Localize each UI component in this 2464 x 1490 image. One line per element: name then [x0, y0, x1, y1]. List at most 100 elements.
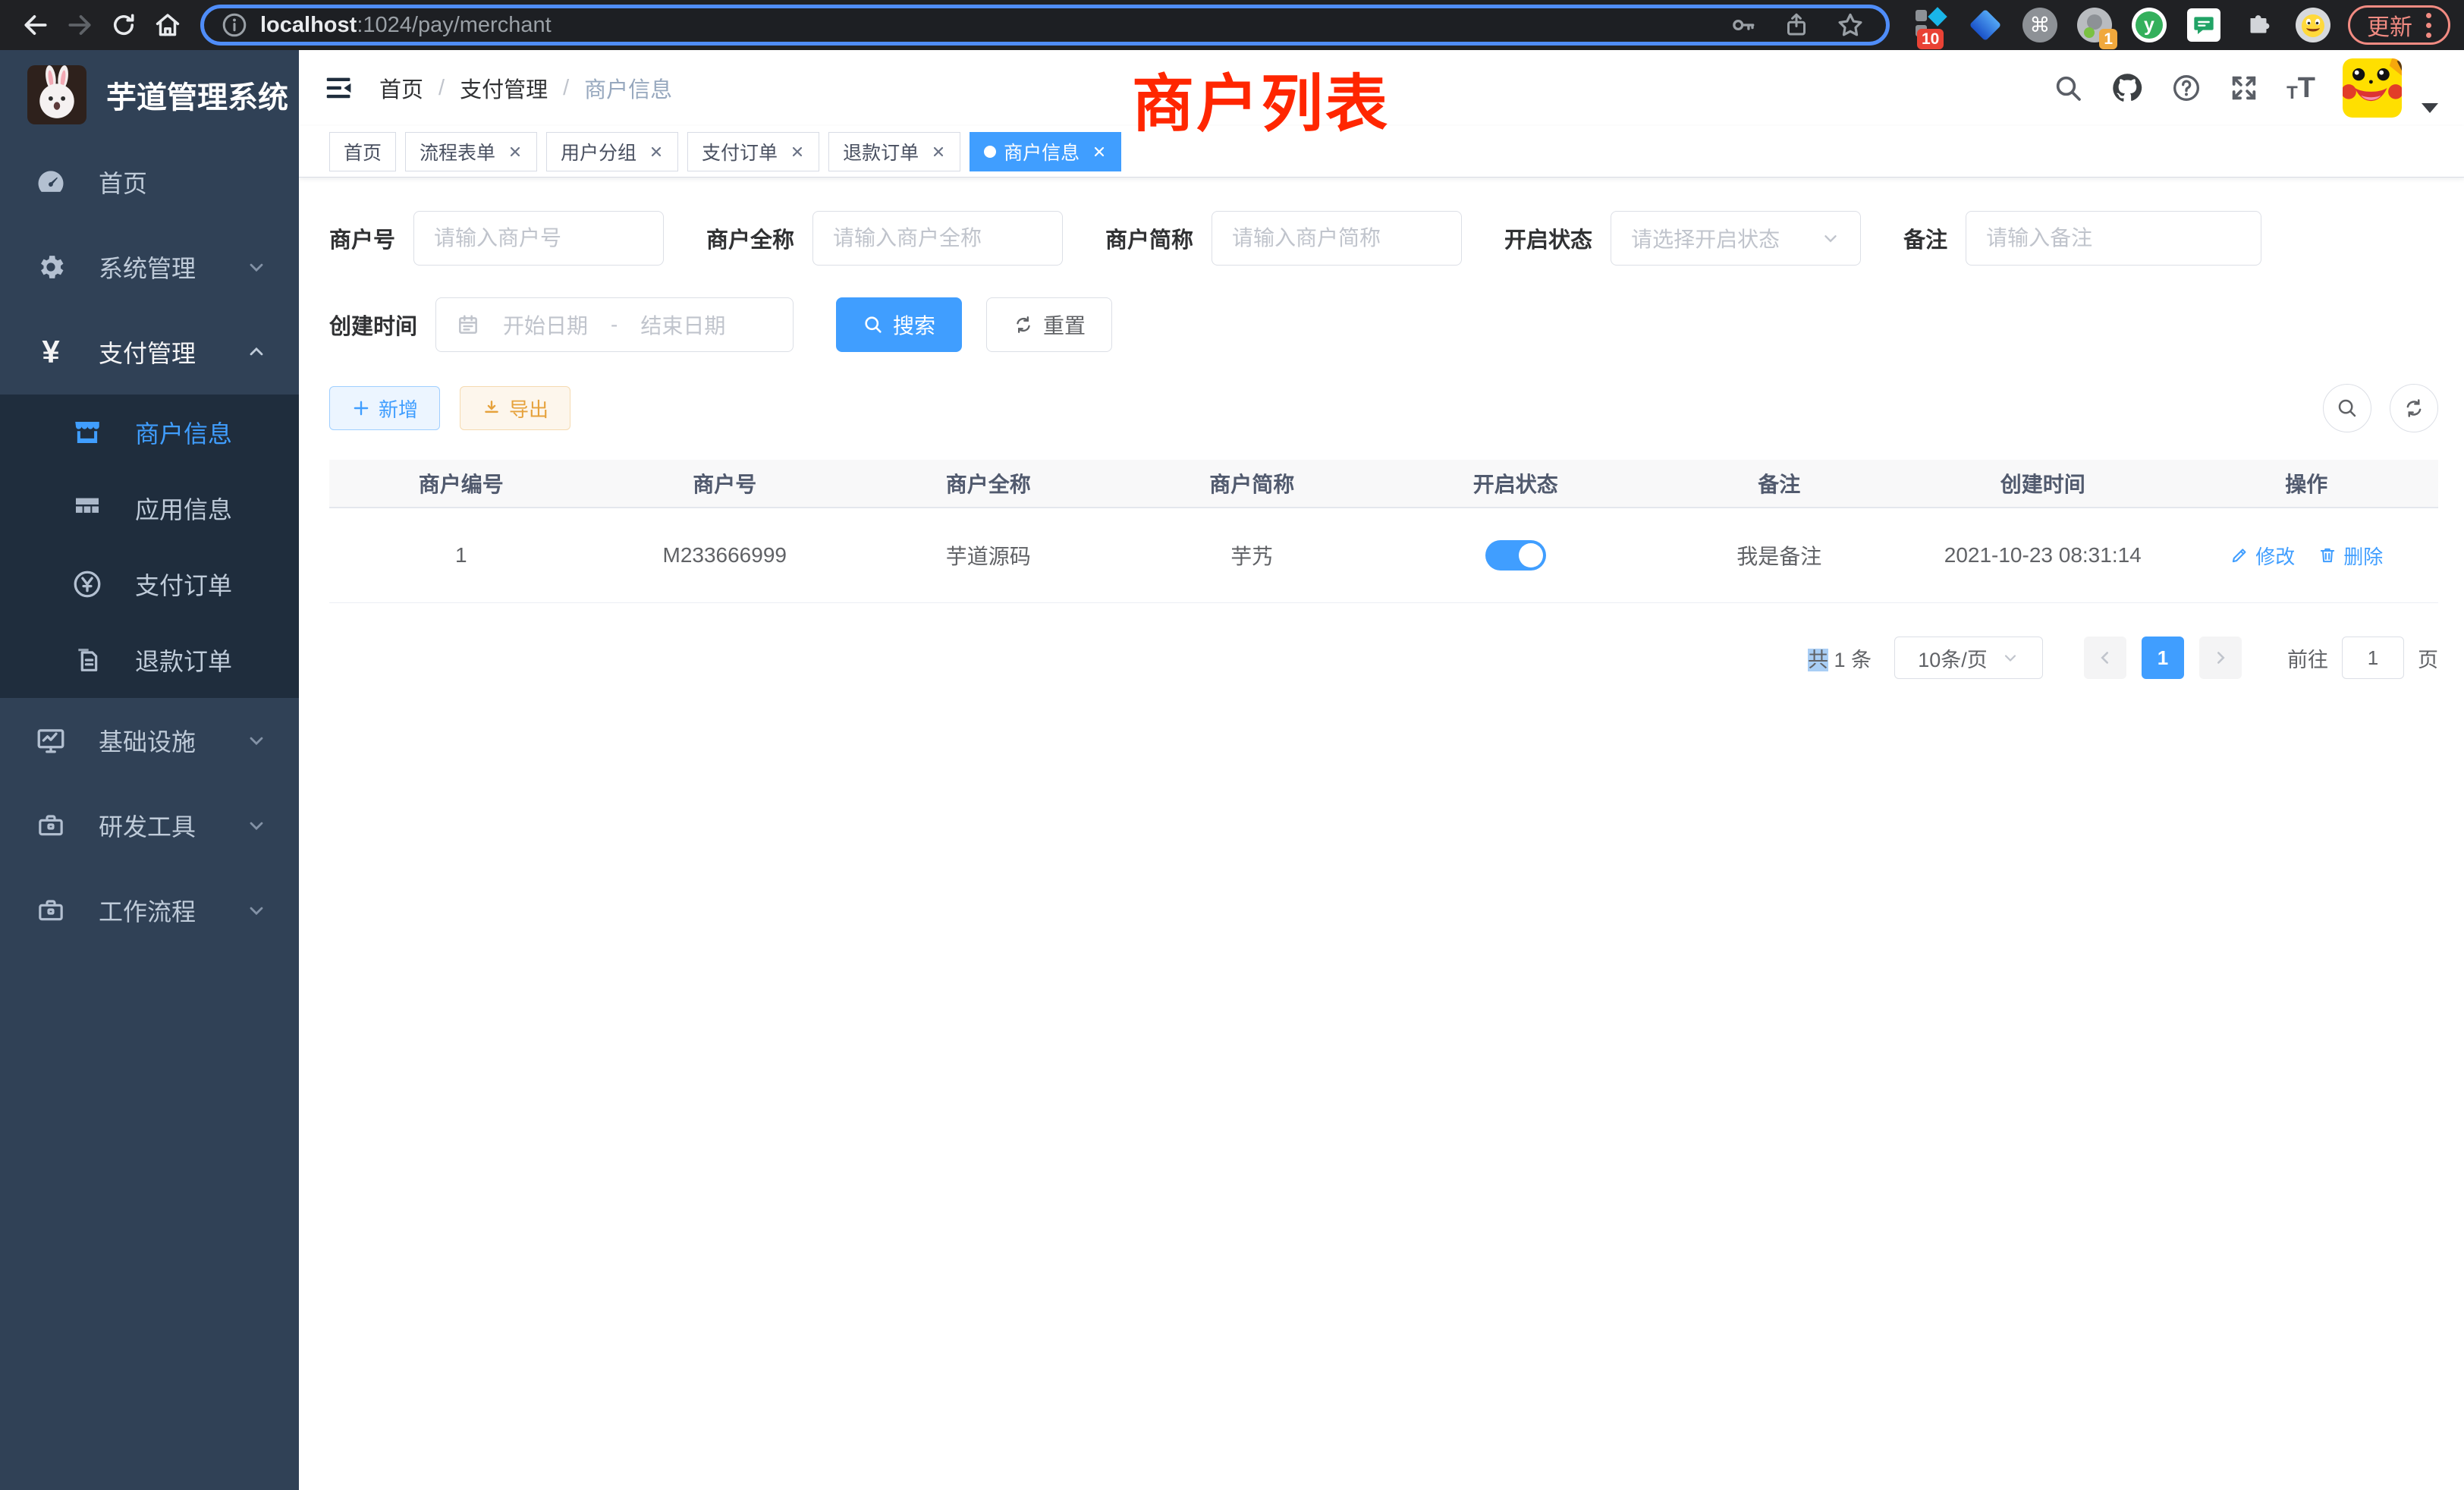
question-circle-icon: [2171, 73, 2202, 103]
toggle-search-button[interactable]: [2323, 384, 2371, 432]
plus-icon: [351, 398, 371, 418]
tab-close-icon[interactable]: [1092, 144, 1107, 159]
top-navbar: 首页 / 支付管理 / 商户信息 TT: [299, 50, 2464, 126]
app-logo[interactable]: 芋道管理系统: [0, 50, 299, 140]
browser-profile-avatar[interactable]: [2295, 7, 2331, 43]
column-header: 商户号: [593, 468, 857, 498]
status-toggle[interactable]: [1485, 540, 1546, 571]
sidebar-item-system[interactable]: 系统管理: [0, 225, 299, 310]
tab-label: 退款订单: [843, 138, 919, 165]
add-button[interactable]: 新增: [329, 386, 440, 430]
chevron-down-icon: [1821, 228, 1840, 248]
url-text: localhost:1024/pay/merchant: [260, 13, 1718, 38]
breadcrumb-separator: /: [438, 76, 445, 101]
tab-close-icon[interactable]: [790, 144, 805, 159]
active-tab-dot: [984, 146, 996, 158]
delete-link[interactable]: 删除: [2318, 542, 2383, 570]
help-button[interactable]: [2171, 73, 2202, 103]
extension-grid-icon[interactable]: 10: [1912, 7, 1949, 43]
briefcase-icon: [32, 895, 70, 926]
header-search-button[interactable]: [2053, 73, 2083, 103]
sidebar-item-merchant-info[interactable]: 商户信息: [0, 395, 299, 470]
logo-rabbit-avatar: [27, 65, 86, 124]
tab-process-form[interactable]: 流程表单: [405, 132, 537, 171]
sidebar-menu: 首页 系统管理 ¥ 支付管理 商户信息: [0, 140, 299, 953]
extensions-puzzle-button[interactable]: [2240, 7, 2277, 43]
fullscreen-icon: [2229, 73, 2259, 103]
breadcrumb-home[interactable]: 首页: [379, 72, 423, 104]
full-name-input[interactable]: [833, 226, 1042, 250]
edit-link[interactable]: 修改: [2230, 542, 2295, 570]
gear-icon: [32, 251, 70, 283]
column-header: 商户简称: [1120, 468, 1384, 498]
fullscreen-button[interactable]: [2229, 73, 2259, 103]
password-key-icon[interactable]: [1730, 11, 1757, 39]
export-button[interactable]: 导出: [460, 386, 570, 430]
merchant-no-input[interactable]: [434, 226, 643, 250]
goto-page-input[interactable]: [2342, 637, 2404, 679]
prev-page-button[interactable]: [2084, 637, 2126, 679]
extension-y-icon[interactable]: y: [2131, 7, 2167, 43]
browser-forward-button[interactable]: [58, 3, 102, 47]
github-icon: [2110, 71, 2144, 105]
short-name-input[interactable]: [1232, 226, 1441, 250]
bookmark-star-icon[interactable]: [1836, 11, 1865, 39]
browser-menu-icon[interactable]: [2426, 13, 2431, 38]
coin-yen-icon: [68, 568, 106, 600]
extension-profile-icon[interactable]: 1: [2076, 7, 2113, 43]
update-label: 更新: [2367, 8, 2412, 42]
sidebar-item-payment[interactable]: ¥ 支付管理: [0, 310, 299, 395]
remark-input[interactable]: [1986, 226, 2241, 250]
page-number-1[interactable]: 1: [2142, 637, 2184, 679]
url-path: :1024/pay/merchant: [357, 13, 551, 37]
sidebar-item-infrastructure[interactable]: 基础设施: [0, 698, 299, 783]
refresh-table-button[interactable]: [2390, 384, 2438, 432]
extension-diamond-icon[interactable]: [1967, 7, 2004, 43]
tab-close-icon[interactable]: [931, 144, 946, 159]
browser-back-button[interactable]: [14, 3, 58, 47]
tabs-bar: 首页 流程表单 用户分组 支付订单 退款订单 商户信息: [299, 126, 2464, 178]
search-button-label: 搜索: [893, 310, 935, 340]
font-size-button[interactable]: TT: [2286, 74, 2315, 102]
browser-reload-button[interactable]: [102, 3, 146, 47]
extension-chat-icon[interactable]: [2186, 7, 2222, 43]
status-select[interactable]: 请选择开启状态: [1611, 211, 1861, 266]
tab-close-icon[interactable]: [508, 144, 523, 159]
tab-home[interactable]: 首页: [329, 132, 396, 171]
cell-remark: 我是备注: [1648, 540, 1912, 571]
browser-home-button[interactable]: [146, 3, 190, 47]
sidebar-item-app-info[interactable]: 应用信息: [0, 470, 299, 546]
payment-submenu: 商户信息 应用信息 支付订单: [0, 395, 299, 698]
share-icon[interactable]: [1783, 11, 1810, 39]
chevron-left-icon: [2095, 648, 2115, 668]
sidebar-item-dev-tools[interactable]: 研发工具: [0, 783, 299, 868]
sidebar-item-workflow[interactable]: 工作流程: [0, 868, 299, 953]
tab-merchant-info[interactable]: 商户信息: [970, 132, 1121, 171]
github-link-button[interactable]: [2110, 71, 2144, 105]
extension-command-icon[interactable]: ⌘: [2022, 7, 2058, 43]
column-header: 商户编号: [329, 468, 593, 498]
sidebar-item-refund-order[interactable]: 退款订单: [0, 622, 299, 698]
tab-user-group[interactable]: 用户分组: [546, 132, 678, 171]
export-button-label: 导出: [509, 395, 548, 423]
shop-icon: [68, 417, 106, 448]
avatar-caret-down-icon[interactable]: [2422, 103, 2438, 113]
merchant-no-label: 商户号: [329, 222, 395, 254]
sidebar-collapse-button[interactable]: [319, 67, 361, 109]
create-time-range-picker[interactable]: 开始日期 - 结束日期: [435, 297, 794, 352]
next-page-button[interactable]: [2199, 637, 2242, 679]
address-bar[interactable]: localhost:1024/pay/merchant: [200, 5, 1890, 46]
page-size-select[interactable]: 10条/页: [1894, 637, 2043, 679]
reset-button[interactable]: 重置: [986, 297, 1112, 352]
tab-pay-order[interactable]: 支付订单: [687, 132, 819, 171]
browser-update-button[interactable]: 更新: [2348, 5, 2450, 45]
site-info-icon[interactable]: [221, 11, 248, 39]
tab-close-icon[interactable]: [649, 144, 664, 159]
sidebar-item-pay-order[interactable]: 支付订单: [0, 546, 299, 622]
tab-refund-order[interactable]: 退款订单: [828, 132, 960, 171]
search-button[interactable]: 搜索: [836, 297, 962, 352]
breadcrumb-payment[interactable]: 支付管理: [460, 72, 548, 104]
sidebar-item-home[interactable]: 首页: [0, 140, 299, 225]
column-header: 操作: [2175, 468, 2439, 498]
user-avatar[interactable]: [2343, 58, 2402, 118]
